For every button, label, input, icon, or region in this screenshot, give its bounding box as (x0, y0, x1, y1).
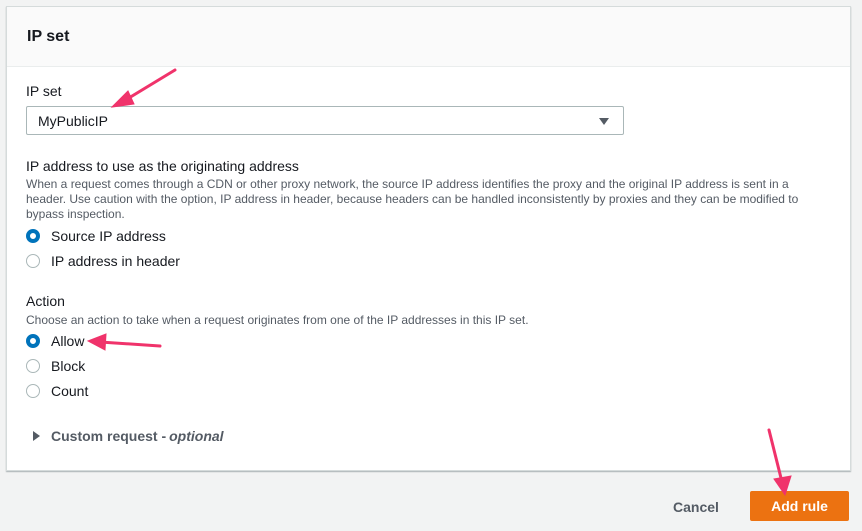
annotation-arrow-icon (110, 68, 177, 108)
annotation-arrow-icon (767, 428, 792, 497)
annotation-arrow-icon (86, 333, 162, 351)
annotation-arrows (86, 68, 792, 497)
